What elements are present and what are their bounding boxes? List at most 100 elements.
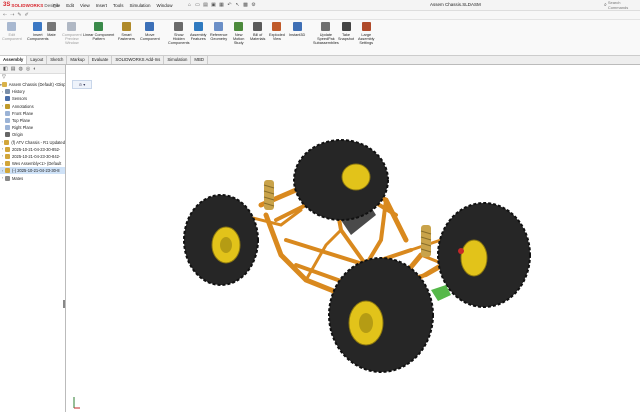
- tab-sketch[interactable]: Sketch: [47, 56, 68, 64]
- exploded-view-button[interactable]: Exploded View: [269, 22, 285, 41]
- undo-icon[interactable]: ↶: [227, 2, 233, 8]
- smart-fasteners-button[interactable]: Smart Fasteners: [118, 22, 135, 41]
- save-icon[interactable]: ▣: [211, 2, 217, 8]
- menu-simulation[interactable]: Simulation: [130, 3, 151, 8]
- menu-file[interactable]: File: [53, 3, 60, 8]
- tree-item[interactable]: Front Plane: [0, 110, 65, 117]
- command-label: Instant3D: [289, 33, 306, 37]
- feature-tree-icon[interactable]: ◧: [3, 66, 8, 72]
- select-icon[interactable]: ↖: [235, 2, 241, 8]
- menu-view[interactable]: View: [80, 3, 90, 8]
- bill-of-materials-button[interactable]: Bill of Materials: [250, 22, 265, 41]
- panel-splitter-handle[interactable]: [63, 300, 65, 308]
- tab-assembly[interactable]: Assembly: [0, 56, 28, 64]
- app-logo[interactable]: 3S SOLIDWORKS Design: [3, 2, 58, 8]
- pin-icon[interactable]: ✎: [17, 12, 21, 18]
- property-manager-icon[interactable]: ▤: [11, 66, 16, 72]
- insert-components-button[interactable]: Insert Components: [27, 22, 49, 41]
- search-icon: ⌕: [604, 1, 607, 8]
- tree-item-label: Right Plane: [12, 125, 34, 131]
- tree-item-label: Origin: [12, 132, 23, 138]
- edit-component-button[interactable]: Edit Component: [2, 22, 22, 41]
- tree-item[interactable]: › (f) ATV Chassis - R1 Updated: [0, 139, 65, 146]
- tree-item[interactable]: › Annotations: [0, 103, 65, 110]
- tree-item[interactable]: Top Plane: [0, 117, 65, 124]
- tree-item[interactable]: › (-) 2025-10-21-04-23-30-8: [0, 167, 65, 175]
- menu-insert[interactable]: Insert: [96, 3, 107, 8]
- preview-window-icon: [67, 22, 77, 31]
- command-label: Insert Components: [27, 33, 49, 42]
- tree-item[interactable]: Origin: [0, 131, 65, 138]
- tree-item[interactable]: › Wes Assembly<1> (Default: [0, 160, 65, 167]
- tab-evaluate[interactable]: Evaluate: [89, 56, 113, 64]
- tab-markup[interactable]: Markup: [67, 56, 89, 64]
- component-preview-window-button[interactable]: Component Preview Window: [62, 22, 82, 46]
- configuration-icon[interactable]: ◍: [18, 66, 22, 72]
- tree-item-label: 2025-10-21-04-23-30-852-: [12, 146, 61, 152]
- tree-node-icon: [5, 103, 10, 109]
- reference-geometry-button[interactable]: Reference Geometry: [210, 22, 228, 41]
- forward-icon[interactable]: ⇠: [3, 12, 7, 18]
- instant3d-button[interactable]: Instant3D: [289, 22, 305, 37]
- command-label: Reference Geometry: [210, 33, 228, 42]
- command-label: New Motion Study: [233, 33, 245, 46]
- home-icon[interactable]: ⌂: [187, 2, 193, 8]
- rebuild-icon[interactable]: ▩: [243, 2, 249, 8]
- menu-tools[interactable]: Tools: [113, 3, 124, 8]
- tree-item[interactable]: Right Plane: [0, 124, 65, 131]
- sketch-icon[interactable]: ✐: [25, 12, 29, 18]
- tree-item[interactable]: › Mates: [0, 174, 65, 181]
- tab-simulation[interactable]: Simulation: [164, 56, 192, 64]
- main-menu: File Edit View Insert Tools Simulation Window: [53, 3, 179, 8]
- display-manager-icon[interactable]: ◐: [33, 66, 36, 72]
- secondary-toolbar: ⇠ ⇢ ✎ ✐: [0, 11, 640, 20]
- tree-item[interactable]: › History: [0, 88, 65, 95]
- show-hidden-components-button[interactable]: Show Hidden Components: [168, 22, 190, 46]
- new-file-icon[interactable]: ▭: [195, 2, 201, 8]
- tree-node-icon: [5, 146, 10, 152]
- menu-edit[interactable]: Edit: [66, 3, 74, 8]
- tree-item[interactable]: Sensors: [0, 95, 65, 102]
- menu-window[interactable]: Window: [157, 3, 173, 8]
- document-title: Assem Chassis.SLDASM: [430, 2, 481, 7]
- back-icon[interactable]: ⇢: [10, 12, 14, 18]
- search-box[interactable]: ⌕ Search Commands: [604, 0, 640, 10]
- options-icon[interactable]: ⚙: [251, 2, 257, 8]
- tree-node-icon: [1, 82, 7, 88]
- tree-item-label: Sensors: [12, 96, 28, 102]
- exploded-view-icon: [272, 22, 282, 31]
- mate-button[interactable]: Mate: [47, 22, 56, 37]
- tree-item-label: Wes Assembly<1> (Default: [12, 161, 62, 167]
- move-component-button[interactable]: Move Component: [140, 22, 160, 41]
- mate-icon: [47, 22, 56, 31]
- graphics-area[interactable]: ⊙ ▾: [66, 65, 640, 412]
- linear-component-pattern-button[interactable]: Linear Component Pattern: [83, 22, 114, 41]
- motion-study-icon: [234, 22, 244, 31]
- tab-solidworks-add-ins[interactable]: SOLIDWORKS Add-Ins: [112, 56, 165, 64]
- tab-layout[interactable]: Layout: [27, 56, 48, 64]
- open-file-icon[interactable]: ▤: [203, 2, 209, 8]
- linear-pattern-icon: [94, 22, 104, 31]
- command-label: Exploded View: [269, 33, 285, 42]
- new-motion-study-button[interactable]: New Motion Study: [233, 22, 244, 46]
- tree-node-icon: [5, 132, 10, 138]
- command-label: Move Component: [140, 33, 160, 42]
- instant3d-icon: [292, 22, 302, 31]
- tab-mbd[interactable]: MBD: [191, 56, 208, 64]
- filter-icon[interactable]: ▽: [0, 74, 65, 81]
- tree-item[interactable]: › 2025-10-21-04-23-30-842-: [0, 153, 65, 160]
- tree-item[interactable]: ▾ Assem Chassis (Default) <Displ: [0, 81, 65, 88]
- tree-node-icon: [5, 110, 10, 116]
- command-label: Update SpeedPak Subassemblies: [313, 33, 339, 46]
- tree-item[interactable]: › 2025-10-21-04-23-30-852-: [0, 146, 65, 153]
- assembly-features-button[interactable]: Assembly Features: [190, 22, 206, 41]
- update-speedpak-subassemblies-button[interactable]: Update SpeedPak Subassemblies: [313, 22, 339, 46]
- dimxpert-icon[interactable]: ◎: [26, 66, 30, 72]
- reference-geometry-icon: [214, 22, 224, 31]
- take-snapshot-button[interactable]: Take Snapshot: [338, 22, 354, 41]
- ds-logo-icon: 3S: [3, 2, 11, 8]
- large-assembly-settings-button[interactable]: Large Assembly Settings: [358, 22, 374, 46]
- snapshot-icon: [341, 22, 351, 31]
- atv-chassis-model: [183, 139, 531, 373]
- print-icon[interactable]: ▦: [219, 2, 225, 8]
